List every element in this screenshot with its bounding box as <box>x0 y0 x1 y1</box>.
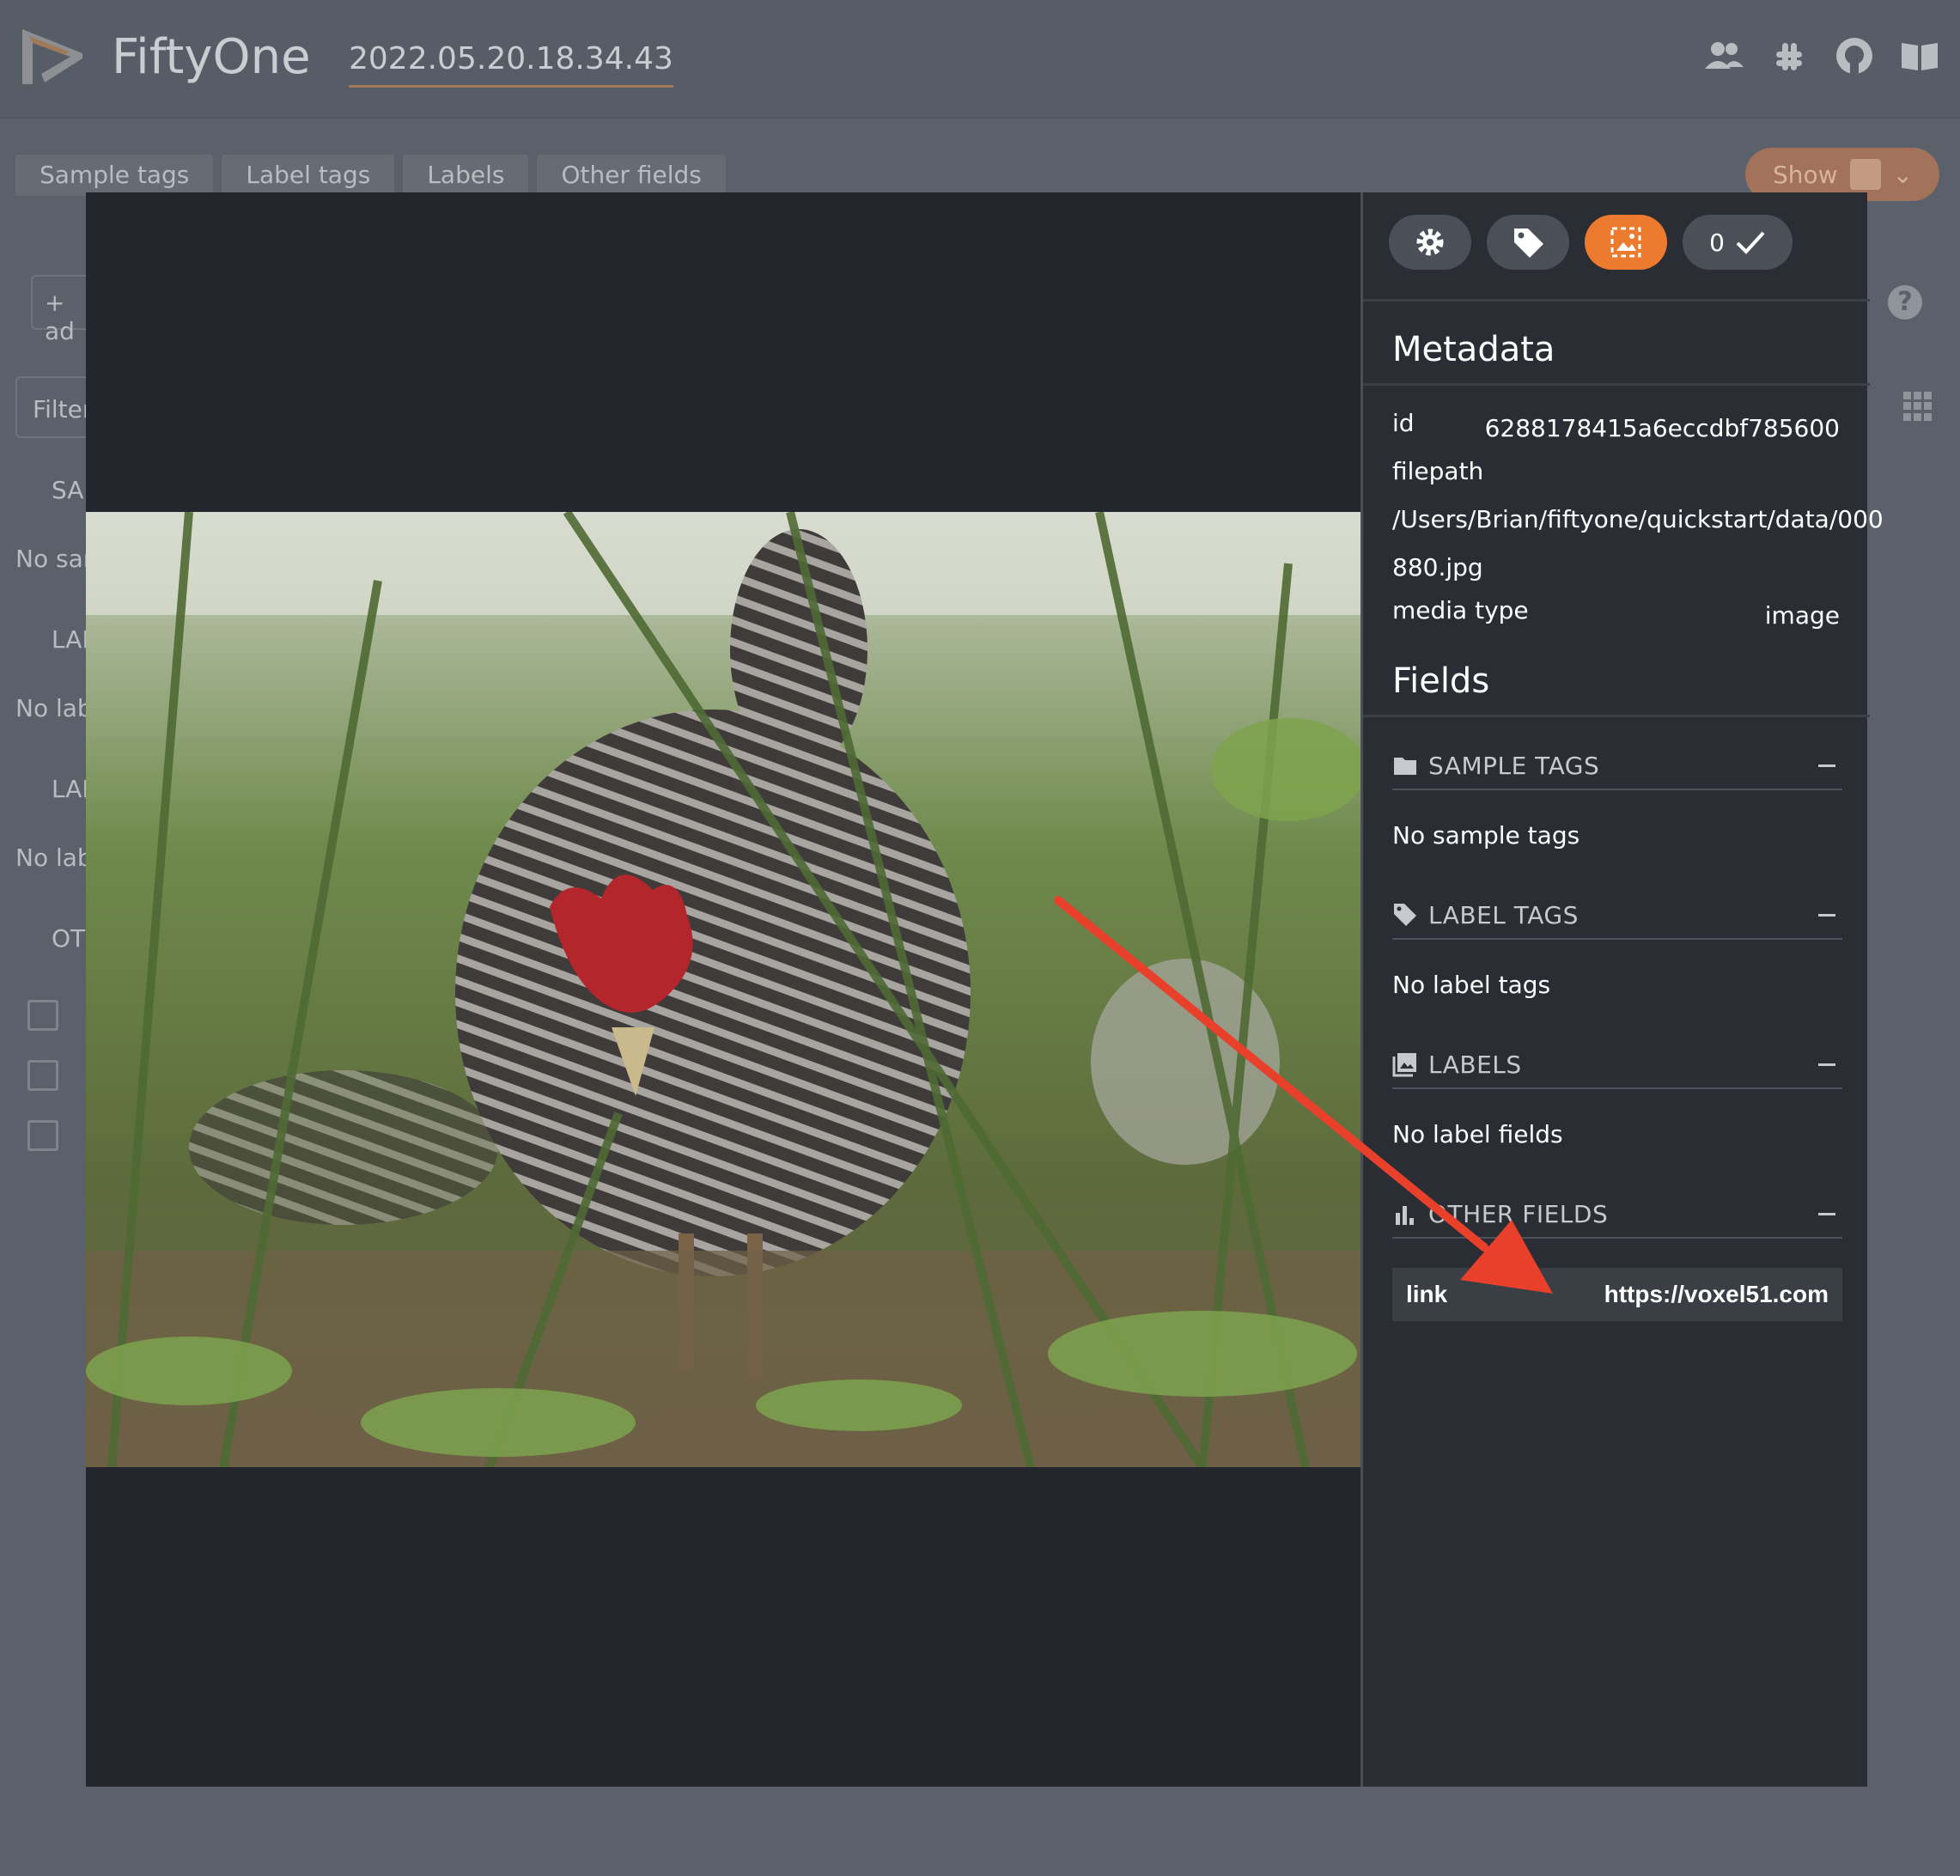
field-checkbox[interactable] <box>27 1060 58 1091</box>
divider <box>1363 715 1870 717</box>
field-value-link[interactable]: https://voxel51.com <box>1604 1281 1829 1308</box>
metadata-filepath-label: filepath <box>1392 457 1484 485</box>
group-other-fields-label: OTHER FIELDS <box>1428 1199 1609 1228</box>
tab-sample-tags[interactable]: Sample tags <box>15 155 214 196</box>
no-sample-tags: No sample tags <box>1392 821 1580 850</box>
group-sample-tags[interactable]: SAMPLE TAGS <box>1392 742 1842 790</box>
tag-icon <box>1514 228 1543 258</box>
sample-image[interactable] <box>86 512 1360 1467</box>
top-bar: FiftyOne 2022.05.20.18.34.43 <box>0 0 1960 119</box>
metadata-id-value: 6288178415a6eccdbf785600 <box>1484 414 1840 442</box>
fields-title: Fields <box>1392 661 1490 701</box>
tag-icon <box>1394 904 1416 926</box>
metadata-filepath-line2: 880.jpg <box>1392 553 1483 582</box>
sample-modal: 0 Metadata id 6288178415a6eccdbf785600 f… <box>86 192 1884 1787</box>
collapse-icon[interactable] <box>1818 764 1835 767</box>
image-stack-icon <box>1392 1053 1416 1077</box>
top-icons <box>1702 34 1941 77</box>
chevron-down-icon: ⌄ <box>1892 160 1914 189</box>
tab-labels[interactable]: Labels <box>403 155 529 196</box>
metadata-id-label: id <box>1392 409 1415 437</box>
collapse-icon[interactable] <box>1818 1063 1835 1066</box>
field-key: link <box>1406 1281 1448 1307</box>
tab-label-tags[interactable]: Label tags <box>222 155 395 196</box>
group-label-tags-label: LABEL TAGS <box>1428 900 1579 929</box>
app-title[interactable]: FiftyOne <box>112 29 311 85</box>
team-icon[interactable] <box>1702 34 1745 77</box>
settings-button[interactable] <box>1389 215 1471 270</box>
show-button-label: Show <box>1773 160 1838 189</box>
group-other-fields[interactable]: OTHER FIELDS <box>1392 1191 1842 1239</box>
no-label-tags: No label tags <box>1392 971 1551 999</box>
selected-count: 0 <box>1709 228 1725 257</box>
image-select-icon <box>1610 227 1641 258</box>
field-checkbox[interactable] <box>27 1120 58 1151</box>
selected-count-button[interactable]: 0 <box>1683 215 1793 270</box>
group-labels-label: LABELS <box>1428 1050 1522 1079</box>
tab-other-fields[interactable]: Other fields <box>537 155 726 196</box>
tag-button[interactable] <box>1487 215 1569 270</box>
dataset-selector[interactable]: 2022.05.20.18.34.43 <box>349 41 673 88</box>
hen-photo <box>86 512 1360 1467</box>
field-filter-tabs: Sample tags Label tags Labels Other fiel… <box>15 155 726 196</box>
metadata-media-type-value: image <box>1764 601 1840 630</box>
slack-icon[interactable] <box>1768 34 1811 77</box>
group-labels[interactable]: LABELS <box>1392 1041 1842 1089</box>
folder-tag-icon <box>1394 758 1416 775</box>
bar-chart-icon <box>1849 159 1881 190</box>
divider <box>1363 383 1870 386</box>
grid-view-icon[interactable] <box>1903 392 1933 421</box>
bar-chart-icon <box>1396 1206 1414 1225</box>
help-icon[interactable]: ? <box>1888 285 1922 320</box>
field-row-link[interactable]: link https://voxel51.com <box>1392 1268 1842 1321</box>
filter-placeholder: Filter <box>33 395 93 423</box>
field-checkbox[interactable] <box>27 1000 58 1031</box>
group-label-tags[interactable]: LABEL TAGS <box>1392 892 1842 940</box>
filter-input[interactable]: Filter <box>15 376 93 438</box>
github-icon[interactable] <box>1833 34 1876 77</box>
docs-book-icon[interactable] <box>1898 34 1941 77</box>
sample-sidebar: 0 Metadata id 6288178415a6eccdbf785600 f… <box>1360 192 1884 1787</box>
metadata-title: Metadata <box>1392 330 1555 369</box>
no-label-fields: No label fields <box>1392 1120 1563 1148</box>
metadata-filepath-line1: /Users/Brian/fiftyone/quickstart/data/00… <box>1392 505 1884 533</box>
divider <box>1363 299 1870 302</box>
metadata-media-type-label: media type <box>1392 596 1529 624</box>
collapse-icon[interactable] <box>1818 1212 1835 1215</box>
select-labels-button[interactable] <box>1585 215 1667 270</box>
image-viewer[interactable] <box>86 192 1360 1787</box>
fiftyone-logo-icon[interactable] <box>15 21 88 93</box>
gear-icon <box>1416 228 1444 256</box>
collapse-icon[interactable] <box>1818 913 1835 917</box>
check-icon <box>1736 231 1765 254</box>
sidebar-actions: 0 <box>1389 215 1793 270</box>
group-sample-tags-label: SAMPLE TAGS <box>1428 751 1600 780</box>
